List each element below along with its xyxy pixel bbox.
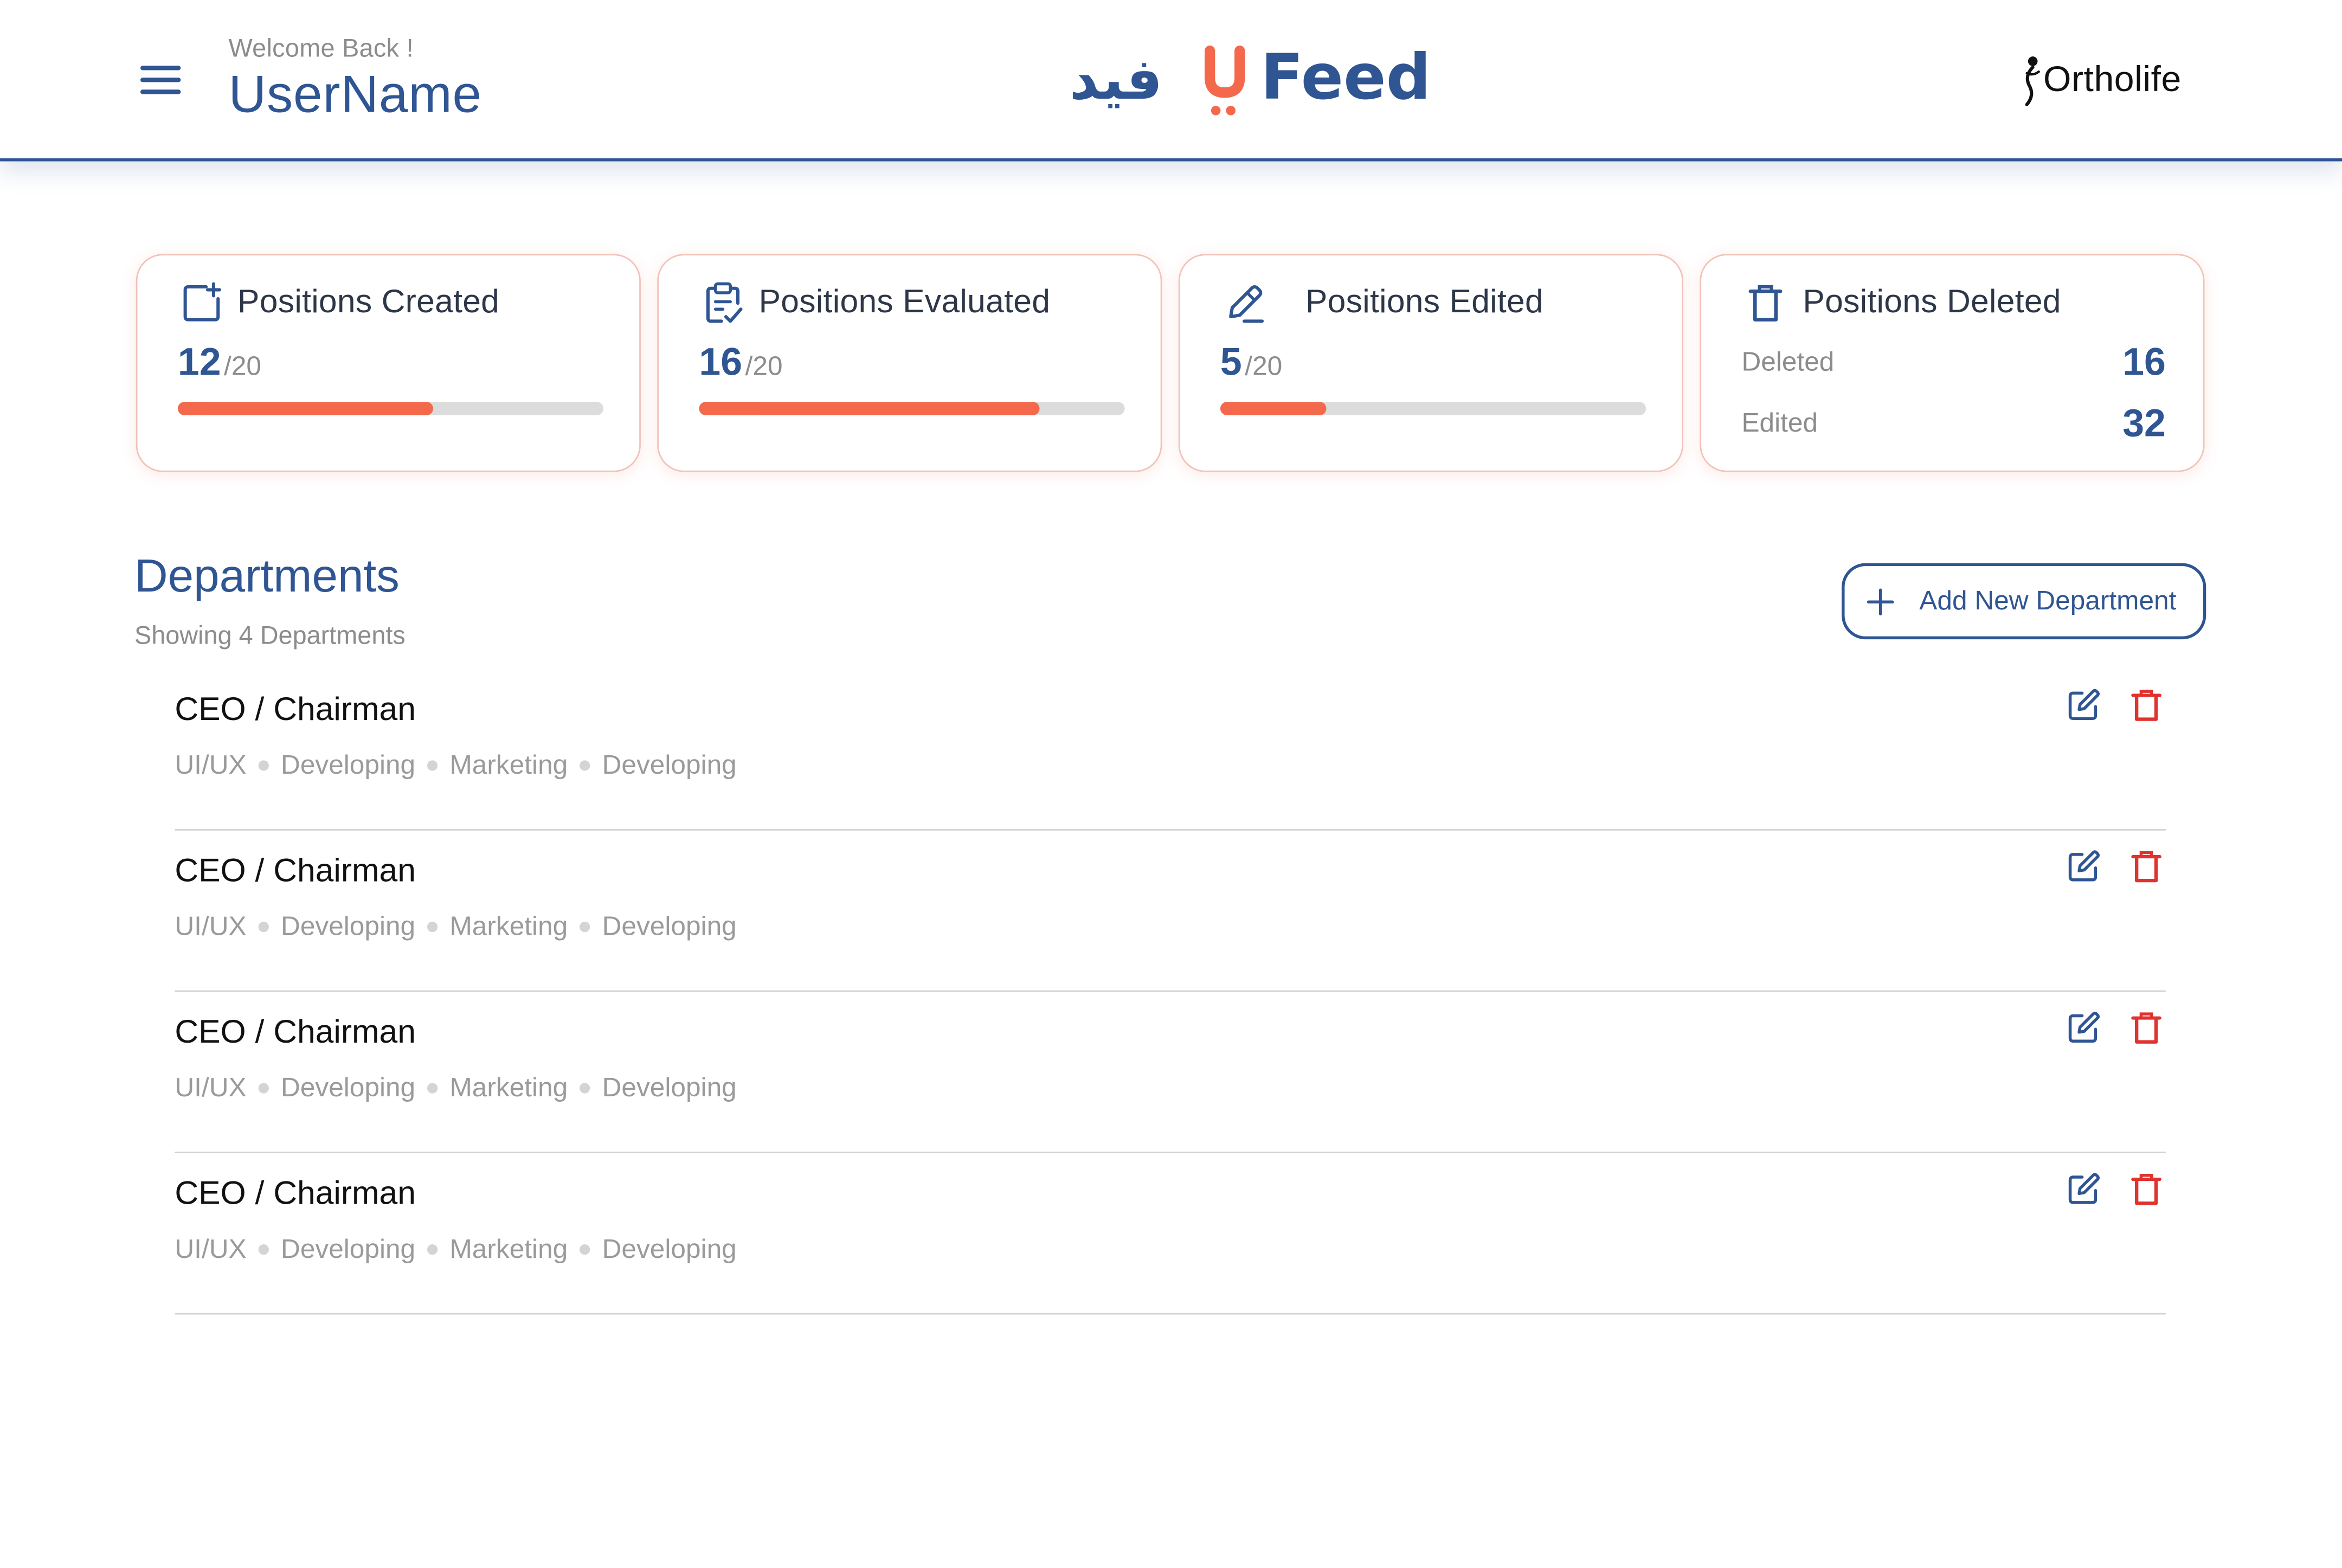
department-row[interactable]: CEO / Chairman UI/UX Developing Marketin… — [175, 831, 2166, 992]
username: UserName — [228, 66, 482, 124]
brand-logo-latin: Feed — [1260, 41, 1431, 114]
stat-total: /20 — [1245, 351, 1283, 381]
department-tag: Developing — [602, 750, 737, 780]
stat-card-deleted: Positions Deleted Deleted 16 Edited 32 — [1700, 254, 2205, 472]
app-root: Welcome Back ! UserName فيد Feed Ortholi… — [0, 0, 2342, 1568]
trash-icon — [1748, 285, 1783, 322]
department-tag: Marketing — [449, 1072, 568, 1103]
edited-count-row: Edited 32 — [1741, 400, 2165, 446]
department-tags: UI/UX Developing Marketing Developing — [175, 911, 736, 943]
department-row[interactable]: CEO / Chairman UI/UX Developing Marketin… — [175, 669, 2166, 831]
dot-separator — [427, 1083, 438, 1094]
partner-logo: Ortholife — [2019, 51, 2182, 111]
dot-separator — [580, 1244, 590, 1255]
department-tags: UI/UX Developing Marketing Developing — [175, 750, 736, 781]
dot-separator — [258, 760, 269, 771]
department-tag: UI/UX — [175, 1233, 247, 1264]
welcome-text: Welcome Back ! — [228, 34, 414, 63]
edit-icon[interactable] — [2066, 1010, 2101, 1045]
edit-icon[interactable] — [2066, 687, 2101, 723]
hamburger-menu-icon[interactable] — [134, 57, 185, 102]
department-tag: Marketing — [449, 750, 568, 780]
progress-bar-fill — [699, 402, 1040, 415]
delete-icon[interactable] — [2128, 1171, 2164, 1207]
department-tags: UI/UX Developing Marketing Developing — [175, 1234, 736, 1265]
dot-separator — [258, 1083, 269, 1094]
delete-icon[interactable] — [2128, 1010, 2164, 1045]
card-title: Positions Edited — [1305, 282, 1544, 320]
add-box-icon — [183, 282, 222, 322]
department-tag: Marketing — [449, 1233, 568, 1264]
stat-total: /20 — [224, 351, 262, 381]
stat-count: 5/20 — [1220, 339, 1282, 385]
section-title: Departments — [134, 549, 400, 602]
department-name: CEO / Chairman — [175, 1012, 416, 1050]
stat-card-evaluated: Positions Evaluated 16/20 — [657, 254, 1162, 472]
stat-value: 5 — [1220, 339, 1242, 384]
brand-logo: فيد Feed — [1070, 41, 1431, 115]
department-name: CEO / Chairman — [175, 1174, 416, 1212]
department-tag: Developing — [602, 911, 737, 941]
department-name: CEO / Chairman — [175, 851, 416, 889]
pencil-icon — [1229, 285, 1264, 323]
edited-label: Edited — [1741, 408, 1818, 438]
edit-icon[interactable] — [2066, 849, 2101, 884]
clipboard-check-icon — [706, 282, 743, 323]
dot-separator — [580, 1083, 590, 1094]
top-header: Welcome Back ! UserName فيد Feed Ortholi… — [0, 0, 2342, 162]
section-subtitle: Showing 4 Departments — [134, 621, 406, 650]
dot-separator — [427, 1244, 438, 1255]
department-tag: UI/UX — [175, 750, 247, 780]
department-row[interactable]: CEO / Chairman UI/UX Developing Marketin… — [175, 1153, 2166, 1315]
edited-value: 32 — [2122, 400, 2166, 446]
department-tags: UI/UX Developing Marketing Developing — [175, 1072, 736, 1104]
delete-icon[interactable] — [2128, 849, 2164, 884]
department-row[interactable]: CEO / Chairman UI/UX Developing Marketin… — [175, 992, 2166, 1153]
department-tag: Developing — [281, 1233, 416, 1264]
stat-card-created: Positions Created 12/20 — [136, 254, 641, 472]
deleted-label: Deleted — [1741, 346, 1835, 377]
department-tag: Developing — [602, 1233, 737, 1264]
stat-count: 16/20 — [699, 339, 782, 385]
dot-separator — [258, 921, 269, 933]
department-tag: Developing — [281, 750, 416, 780]
dot-separator — [580, 921, 590, 933]
stat-value: 12 — [177, 339, 221, 384]
dot-separator — [427, 921, 438, 933]
department-tag: Developing — [281, 911, 416, 941]
card-title: Positions Evaluated — [758, 282, 1051, 320]
department-tag: Developing — [602, 1072, 737, 1103]
stat-value: 16 — [699, 339, 743, 384]
delete-icon[interactable] — [2128, 687, 2164, 723]
progress-bar — [1220, 402, 1646, 415]
department-tag: Developing — [281, 1072, 416, 1103]
brand-logo-arabic: فيد — [1070, 46, 1163, 112]
progress-bar-fill — [1220, 402, 1327, 415]
deleted-count-row: Deleted 16 — [1741, 339, 2165, 385]
department-tag: UI/UX — [175, 1072, 247, 1103]
edit-icon[interactable] — [2066, 1171, 2101, 1207]
add-department-button[interactable]: Add New Department — [1842, 563, 2206, 640]
dot-separator — [427, 760, 438, 771]
dot-separator — [580, 760, 590, 771]
dot-separator — [258, 1244, 269, 1255]
partner-logo-figure-icon — [2025, 56, 2040, 106]
progress-bar-fill — [177, 402, 433, 415]
department-tag: UI/UX — [175, 911, 247, 941]
card-title: Positions Created — [237, 282, 500, 320]
plus-icon — [1865, 586, 1895, 616]
card-title: Positions Deleted — [1803, 282, 2061, 320]
progress-bar — [699, 402, 1125, 415]
department-name: CEO / Chairman — [175, 690, 416, 728]
stat-count: 12/20 — [178, 339, 261, 385]
department-tag: Marketing — [449, 911, 568, 941]
stat-total: /20 — [745, 351, 783, 381]
deleted-value: 16 — [2122, 339, 2166, 384]
partner-logo-text: Ortholife — [2043, 60, 2182, 100]
stat-card-edited: Positions Edited 5/20 — [1178, 254, 1683, 472]
add-department-label: Add New Department — [1919, 585, 2177, 616]
progress-bar — [177, 402, 604, 415]
